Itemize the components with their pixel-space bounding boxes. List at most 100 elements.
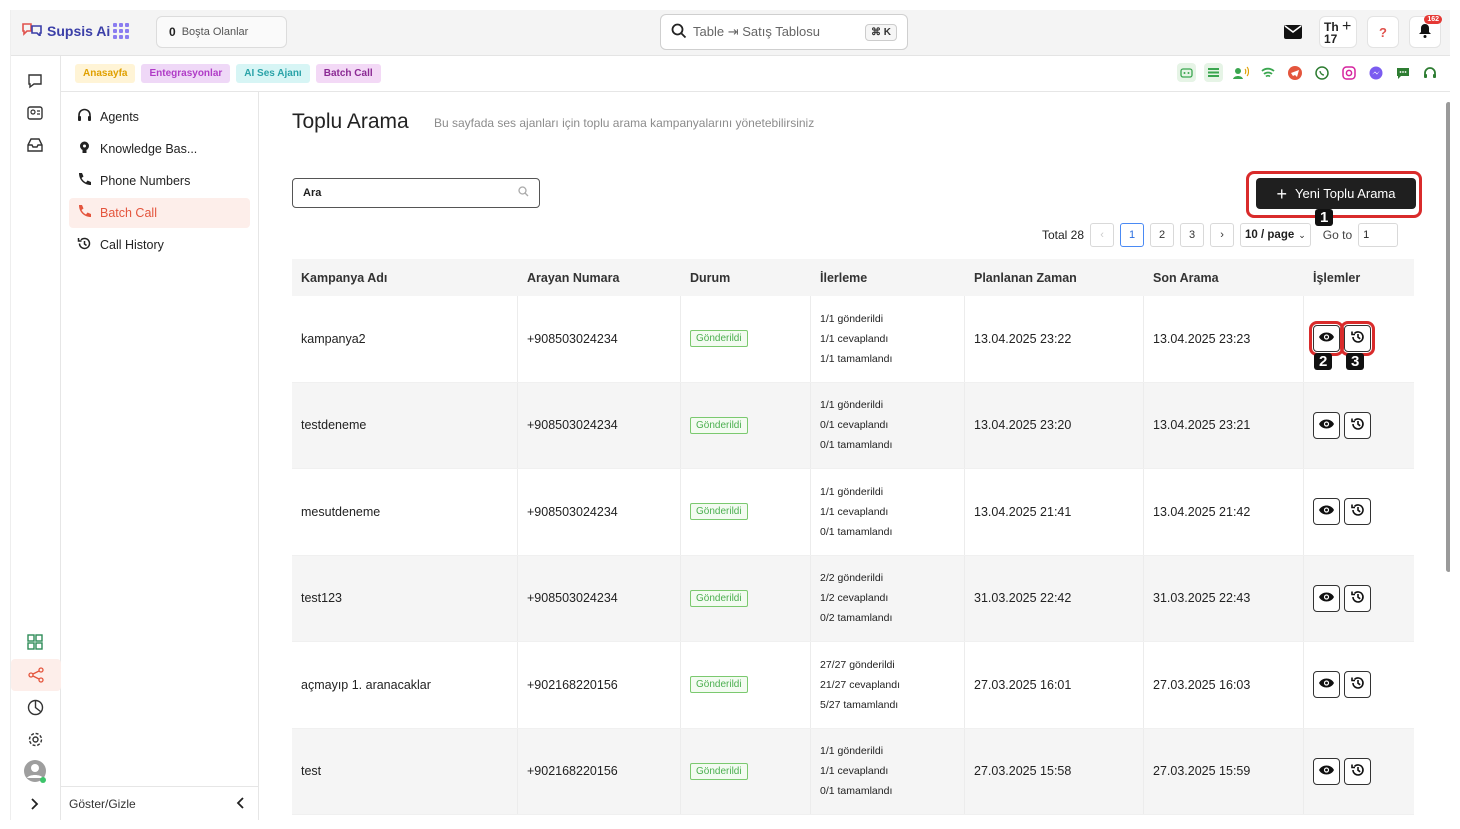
tag-entegrasyonlar[interactable]: Entegrasyonlar [141,64,231,83]
history-button[interactable] [1344,498,1371,526]
plus-icon: + [1276,183,1288,204]
whatsapp-icon[interactable] [1312,63,1331,82]
new-batch-call-button[interactable]: + Yeni Toplu Arama [1256,178,1416,209]
logo[interactable]: Supsis Ai [21,22,110,40]
progress-sent: 1/1 gönderildi [820,745,884,758]
sidebar-item-agents[interactable]: Agents [69,102,250,132]
instagram-icon[interactable] [1339,63,1358,82]
view-button[interactable] [1313,411,1340,439]
telegram-icon[interactable] [1285,63,1304,82]
history-button[interactable] [1344,671,1371,699]
page-size-select[interactable]: 10 / page ⌄ [1240,223,1311,247]
voice-agent-channel-icon[interactable] [1231,63,1250,82]
status-badge: Gönderildi [690,416,748,434]
list-channel-icon[interactable] [1204,63,1223,82]
history-button[interactable] [1344,584,1371,612]
history-button[interactable] [1344,411,1371,439]
view-button[interactable] [1313,757,1340,785]
column-header[interactable]: Kampanya Adı [292,271,518,285]
table-row[interactable]: açmayıp 1. aranacaklar +902168220156 Gönde… [292,642,1414,729]
view-button[interactable]: 2 [1309,321,1344,371]
page-2-button[interactable]: 2 [1150,223,1175,247]
progress-cell: 27/27 gönderildi 21/27 cevaplandı 5/27 tam… [811,642,965,728]
page-3-button[interactable]: 3 [1180,223,1205,247]
expand-chevron-icon[interactable] [22,791,48,817]
sms-icon[interactable] [1393,63,1412,82]
column-header[interactable]: Son Arama [1144,271,1304,285]
goto-page-input[interactable]: 1 [1358,223,1399,247]
sidebar-item-batch-call[interactable]: Batch Call [69,198,250,228]
page-1-button[interactable]: 1 [1120,223,1145,247]
tag-anasayfa[interactable]: Anasayfa [75,64,136,83]
view-button[interactable] [1313,498,1340,526]
column-header[interactable]: İlerleme [811,271,965,285]
support-headset-icon[interactable] [1420,63,1439,82]
last-call-cell: 13.04.2025 21:42 [1144,469,1304,555]
chat-icon[interactable] [22,68,48,94]
phone-call-icon [77,204,92,222]
wifi-channel-icon[interactable] [1258,63,1277,82]
user-badge-bottom: 17 [1324,32,1338,46]
bot-channel-icon[interactable] [1177,63,1196,82]
history-button[interactable]: 3 [1340,321,1375,371]
column-header[interactable]: Arayan Numara [518,271,681,285]
notifications-button[interactable]: 162 [1409,15,1442,48]
help-button[interactable]: ? [1367,16,1399,48]
sidebar-item-phone-numbers[interactable]: Phone Numbers [69,166,250,196]
inbox-icon[interactable] [22,132,48,158]
top-bar: Supsis Ai 0 Boşta Olanlar Table ⇥ Satış … [11,10,1450,56]
view-button[interactable] [1313,671,1340,699]
sidebar-item-label: Agents [100,110,139,124]
messenger-icon[interactable] [1366,63,1385,82]
table-row[interactable]: mesutdeneme +908503024234 Gönderildi 1/1 gö… [292,469,1414,556]
history-icon [1350,502,1366,521]
actions-cell [1304,556,1414,642]
last-call-cell: 27.03.2025 15:59 [1144,728,1304,814]
page-size-value: 10 / page [1245,229,1295,241]
mail-icon[interactable] [1277,16,1309,48]
campaign-name-cell: test123 [292,555,518,641]
scrollbar[interactable] [1446,102,1450,572]
tag-batch-call[interactable]: Batch Call [315,64,381,83]
sidebar-item-knowledge-base[interactable]: Knowledge Bas... [69,134,250,164]
sidebar-item-label: Call History [100,238,164,252]
chevron-left-icon [236,796,245,812]
caller-number-cell: +908503024234 [518,296,681,382]
progress-sent: 27/27 gönderildi [820,658,895,671]
sidebar-item-call-history[interactable]: Call History [69,230,250,260]
table-row[interactable]: testdeneme +908503024234 Gönderildi 1/1 gön… [292,382,1414,469]
idle-agents-button[interactable]: 0 Boşta Olanlar [156,16,287,48]
prev-page-button[interactable]: ‹ [1090,223,1115,247]
global-search[interactable]: Table ⇥ Satış Tablosu ⌘ K [660,14,908,50]
avatar[interactable] [22,758,48,784]
history-button[interactable] [1344,757,1371,785]
campaign-search-input[interactable]: Ara [292,178,540,208]
contacts-icon[interactable] [22,100,48,126]
sidebar-toggle[interactable]: Göster/Gizle [61,786,259,820]
column-header[interactable]: Planlanan Zaman [965,271,1144,285]
table-row[interactable]: test +902168220156 Gönderildi 1/1 gönderild… [292,728,1414,815]
eye-icon [1318,591,1335,606]
view-button[interactable] [1313,584,1340,612]
campaign-name-cell: mesutdeneme [292,469,518,555]
tag-ai-ses-ajani[interactable]: AI Ses Ajanı [236,64,310,83]
column-header[interactable]: Durum [681,271,811,285]
app-name: Supsis Ai [47,23,111,39]
share-icon[interactable] [11,659,61,691]
search-shortcut: ⌘ K [865,23,897,41]
user-shortcut-button[interactable]: Th + 17 [1319,16,1357,48]
icon-rail [11,56,61,820]
tab-bar: Anasayfa Entegrasyonlar AI Ses Ajanı Bat… [61,56,1450,92]
settings-gear-icon[interactable] [22,726,48,752]
reports-icon[interactable] [22,694,48,720]
column-header[interactable]: İşlemler [1304,271,1414,285]
help-icon: ? [1379,24,1387,40]
dashboard-icon[interactable] [22,629,48,655]
next-page-button[interactable]: › [1210,223,1235,247]
caller-number-cell: +908503024234 [518,382,681,468]
progress-sent: 1/1 gönderildi [820,312,884,325]
progress-sent: 1/1 gönderildi [820,399,884,412]
table-row[interactable]: test123 +908503024234 Gönderildi 2/2 gönder… [292,555,1414,642]
apps-grid-icon[interactable] [113,23,129,39]
table-row[interactable]: kampanya2 +908503024234 Gönderildi 1/1 gönd… [292,296,1414,383]
